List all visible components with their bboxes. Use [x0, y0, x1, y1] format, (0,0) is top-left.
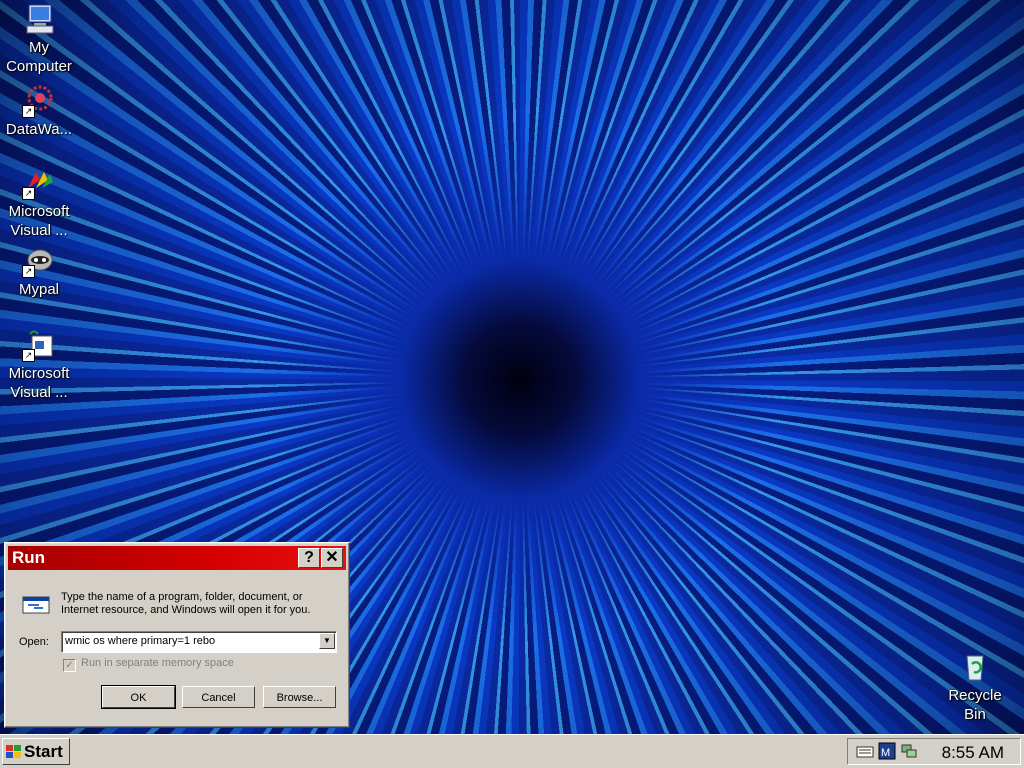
- network-icon[interactable]: [900, 742, 918, 760]
- clock[interactable]: 8:55 AM: [942, 743, 1004, 763]
- ok-button[interactable]: OK: [101, 685, 176, 709]
- start-button[interactable]: Start: [2, 738, 70, 765]
- run-icon: [19, 591, 53, 619]
- start-label: Start: [24, 742, 63, 761]
- browse-button[interactable]: Browse...: [263, 686, 336, 708]
- run-dialog: Run ? ✕ Type the name of a program, fold…: [4, 542, 350, 728]
- desktop-icon-label: DataWa...: [5, 121, 73, 138]
- desktop-icon-visual-basic[interactable]: ↗ Microsoft Visual ...: [1, 328, 77, 402]
- shortcut-arrow-icon: ↗: [22, 265, 35, 278]
- vm-tools-icon[interactable]: M: [878, 742, 896, 760]
- desktop-icon-label: Microsoft Visual ...: [8, 365, 70, 401]
- system-tray: M 8:55 AM: [847, 738, 1021, 765]
- visual-studio-icon: ↗: [22, 166, 56, 200]
- keyboard-icon[interactable]: [856, 742, 874, 760]
- desktop-icon-my-computer[interactable]: My Computer: [1, 2, 77, 76]
- run-dialog-description: Type the name of a program, folder, docu…: [61, 591, 311, 616]
- recycle-bin-icon: [958, 650, 992, 684]
- desktop-icon-visual-studio[interactable]: ↗ Microsoft Visual ...: [1, 166, 77, 240]
- desktop-icon-label: Recycle Bin: [948, 687, 1002, 723]
- datawa-icon: ↗: [22, 84, 56, 118]
- separate-memory-label: Run in separate memory space: [81, 657, 234, 669]
- desktop-icon-label: Microsoft Visual ...: [8, 203, 70, 239]
- taskbar: Start M 8:55 AM: [0, 734, 1024, 768]
- desktop-icon-datawa[interactable]: ↗ DataWa...: [1, 84, 77, 139]
- help-button[interactable]: ?: [298, 548, 320, 568]
- visual-basic-icon: ↗: [22, 328, 56, 362]
- mypal-icon: ↗: [22, 244, 56, 278]
- shortcut-arrow-icon: ↗: [22, 105, 35, 118]
- chevron-down-icon[interactable]: ▼: [319, 633, 335, 649]
- desktop-icon-label: My Computer: [6, 39, 72, 75]
- desktop-icon-label: Mypal: [18, 281, 59, 298]
- windows-flag-icon: [6, 745, 21, 758]
- open-input[interactable]: [65, 633, 311, 649]
- cancel-button[interactable]: Cancel: [182, 686, 255, 708]
- open-label: Open:: [19, 636, 49, 648]
- my-computer-icon: [22, 2, 56, 36]
- run-dialog-title: Run: [12, 548, 46, 567]
- close-button[interactable]: ✕: [321, 548, 343, 568]
- desktop-icon-recycle-bin[interactable]: Recycle Bin: [937, 650, 1013, 724]
- separate-memory-checkbox: ✓ Run in separate memory space: [63, 657, 234, 672]
- svg-text:M: M: [881, 747, 890, 759]
- checkbox-check-icon: ✓: [63, 659, 76, 672]
- shortcut-arrow-icon: ↗: [22, 349, 35, 362]
- open-combobox[interactable]: ▼: [61, 631, 337, 653]
- run-dialog-titlebar[interactable]: Run ? ✕: [8, 546, 346, 570]
- shortcut-arrow-icon: ↗: [22, 187, 35, 200]
- desktop-icon-mypal[interactable]: ↗ Mypal: [1, 244, 77, 299]
